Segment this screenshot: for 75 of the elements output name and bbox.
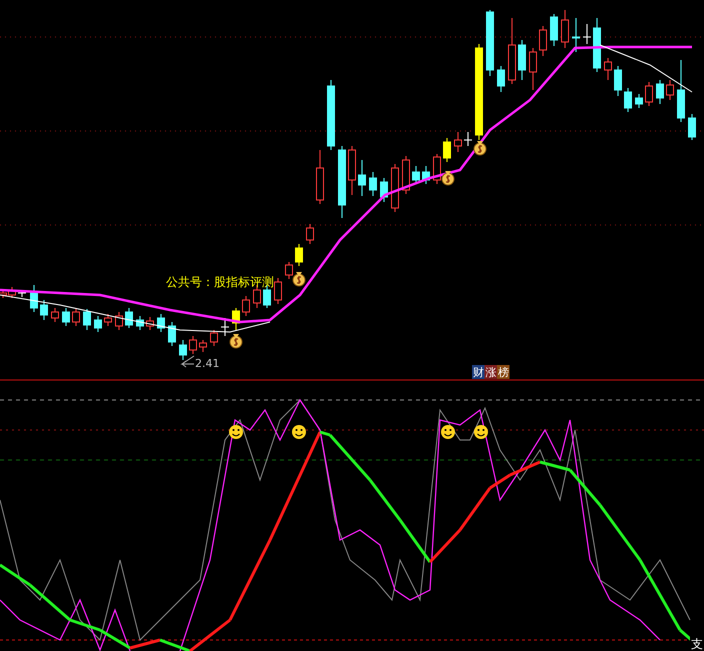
indicator-badge: 财 [472,365,484,379]
candlestick [454,132,462,152]
candlestick [422,166,430,184]
candlestick [529,48,537,90]
candlestick [677,60,685,122]
candlestick [72,308,80,326]
candlestick [412,166,420,184]
candlestick [316,150,324,204]
money-bag-icon [474,141,486,156]
candlestick [593,18,601,72]
candlestick [104,314,112,326]
candlestick [614,66,622,96]
axis-label: 支 [691,637,703,651]
candlestick [274,278,282,304]
candlestick [62,308,70,326]
money-bag-icon [230,334,242,348]
candlestick [550,14,558,46]
candlestick [51,308,59,322]
candlestick [358,160,366,196]
candlestick [115,312,123,330]
candlestick [624,88,632,112]
candlestick [179,340,187,360]
candlestick [199,340,207,352]
smiley-icon [474,425,488,439]
candlestick [242,296,250,316]
candlestick [94,316,102,332]
candlestick [220,318,230,336]
smiley-icon [441,425,455,439]
candlestick [146,316,154,330]
candlestick [518,40,526,80]
candlestick [327,80,335,150]
candlestick [391,164,399,212]
candlestick [348,146,356,196]
candlestick [168,322,176,346]
candlestick [539,26,547,56]
candlestick [30,284,38,312]
candlestick [306,224,314,244]
candlestick [125,308,133,328]
candlestick [189,336,197,354]
candlestick [635,94,643,108]
candlestick [40,300,48,320]
candlestick [285,262,293,280]
money-bag-icon [442,171,454,186]
candlestick [508,18,516,84]
indicator-badge: 涨 [484,365,497,379]
smiley-icon [229,425,243,439]
arrow-icon [180,356,194,368]
candlestick [604,58,612,80]
chart-caption: 公共号：股指标评测 [166,275,274,289]
candlestick [486,10,494,76]
candlestick [464,132,472,146]
money-bag-icon [292,272,306,286]
low-price-label: 2.41 [195,357,220,370]
smiley-icon [292,425,306,439]
indicator-badge: 榜 [497,365,510,379]
candlestick [295,244,303,266]
candlestick [656,80,664,104]
candlestick [232,308,240,330]
candlestick [572,18,580,52]
candlestick [157,314,165,332]
candlestick [18,290,26,298]
candlestick [688,114,696,140]
candlestick [380,178,388,202]
candlestick [645,82,653,106]
candlestick [402,156,410,194]
candlestick [582,24,592,44]
candlestick [443,138,451,162]
candlestick [136,316,144,330]
candlestick [561,10,569,48]
candlestick [210,330,218,346]
candlestick [83,308,91,330]
candlestick [369,172,377,196]
candlestick [497,66,505,92]
candlestick [433,154,441,184]
candlestick [666,80,674,100]
